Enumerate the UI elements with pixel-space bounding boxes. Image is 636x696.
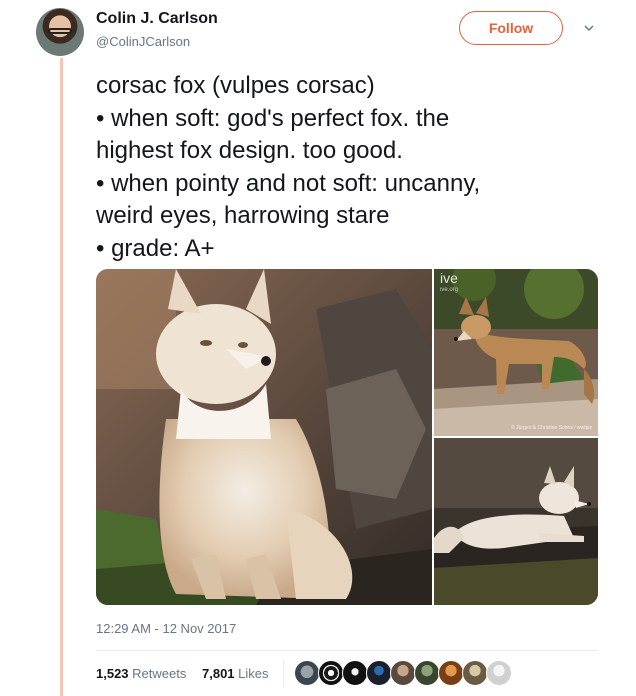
liker-avatar[interactable] [318,660,344,686]
author-handle[interactable]: @ColinJCarlson [96,34,190,49]
divider [96,650,598,651]
chevron-down-icon[interactable] [583,22,595,34]
fox-photo-standing[interactable]: ive ive.org © Jürgen & Christine Sohns /… [434,269,598,436]
liker-avatar[interactable] [366,660,392,686]
author-avatar[interactable] [36,8,84,56]
stats-separator [283,660,284,688]
liker-avatar[interactable] [438,660,464,686]
likes-stat[interactable]: 7,801 Likes [202,666,275,681]
tweet-line: • when soft: god's perfect fox. the [96,104,450,132]
liker-avatar[interactable] [390,660,416,686]
tweet-text: corsac fox (vulpes corsac) • when soft: … [96,70,616,265]
liker-avatar[interactable] [486,660,512,686]
tweet-stats: 1,523 Retweets 7,801 Likes [96,666,281,681]
likes-label: Likes [238,666,269,681]
tweet-line: highest fox design. too good. [96,137,403,164]
liker-avatar[interactable] [294,660,320,686]
fox-photo-sitting[interactable] [96,269,432,605]
media-grid: ive ive.org © Jürgen & Christine Sohns /… [96,269,598,605]
tweet-line: • when pointy and not soft: uncanny, [96,169,481,197]
tweet-line: weird eyes, harrowing stare [96,202,390,229]
fox-photo-lying[interactable] [434,438,598,605]
liker-avatar[interactable] [462,660,488,686]
follow-button[interactable]: Follow [459,11,563,45]
photo-credit: © Jürgen & Christine Sohns / wwfpix [511,424,592,431]
retweets-count: 1,523 [96,666,129,681]
watermark-subtext: ive.org [440,287,458,293]
retweets-stat[interactable]: 1,523 Retweets [96,666,192,681]
watermark-text: ive [440,270,458,286]
likes-count: 7,801 [202,666,235,681]
thread-line [60,58,63,696]
liker-avatar[interactable] [342,660,368,686]
tweet-timestamp[interactable]: 12:29 AM - 12 Nov 2017 [96,621,236,636]
liker-avatar[interactable] [414,660,440,686]
author-name[interactable]: Colin J. Carlson [96,10,218,28]
retweets-label: Retweets [132,666,187,681]
tweet-line: corsac fox (vulpes corsac) [96,72,375,99]
tweet-line: • grade: A+ [96,234,215,262]
